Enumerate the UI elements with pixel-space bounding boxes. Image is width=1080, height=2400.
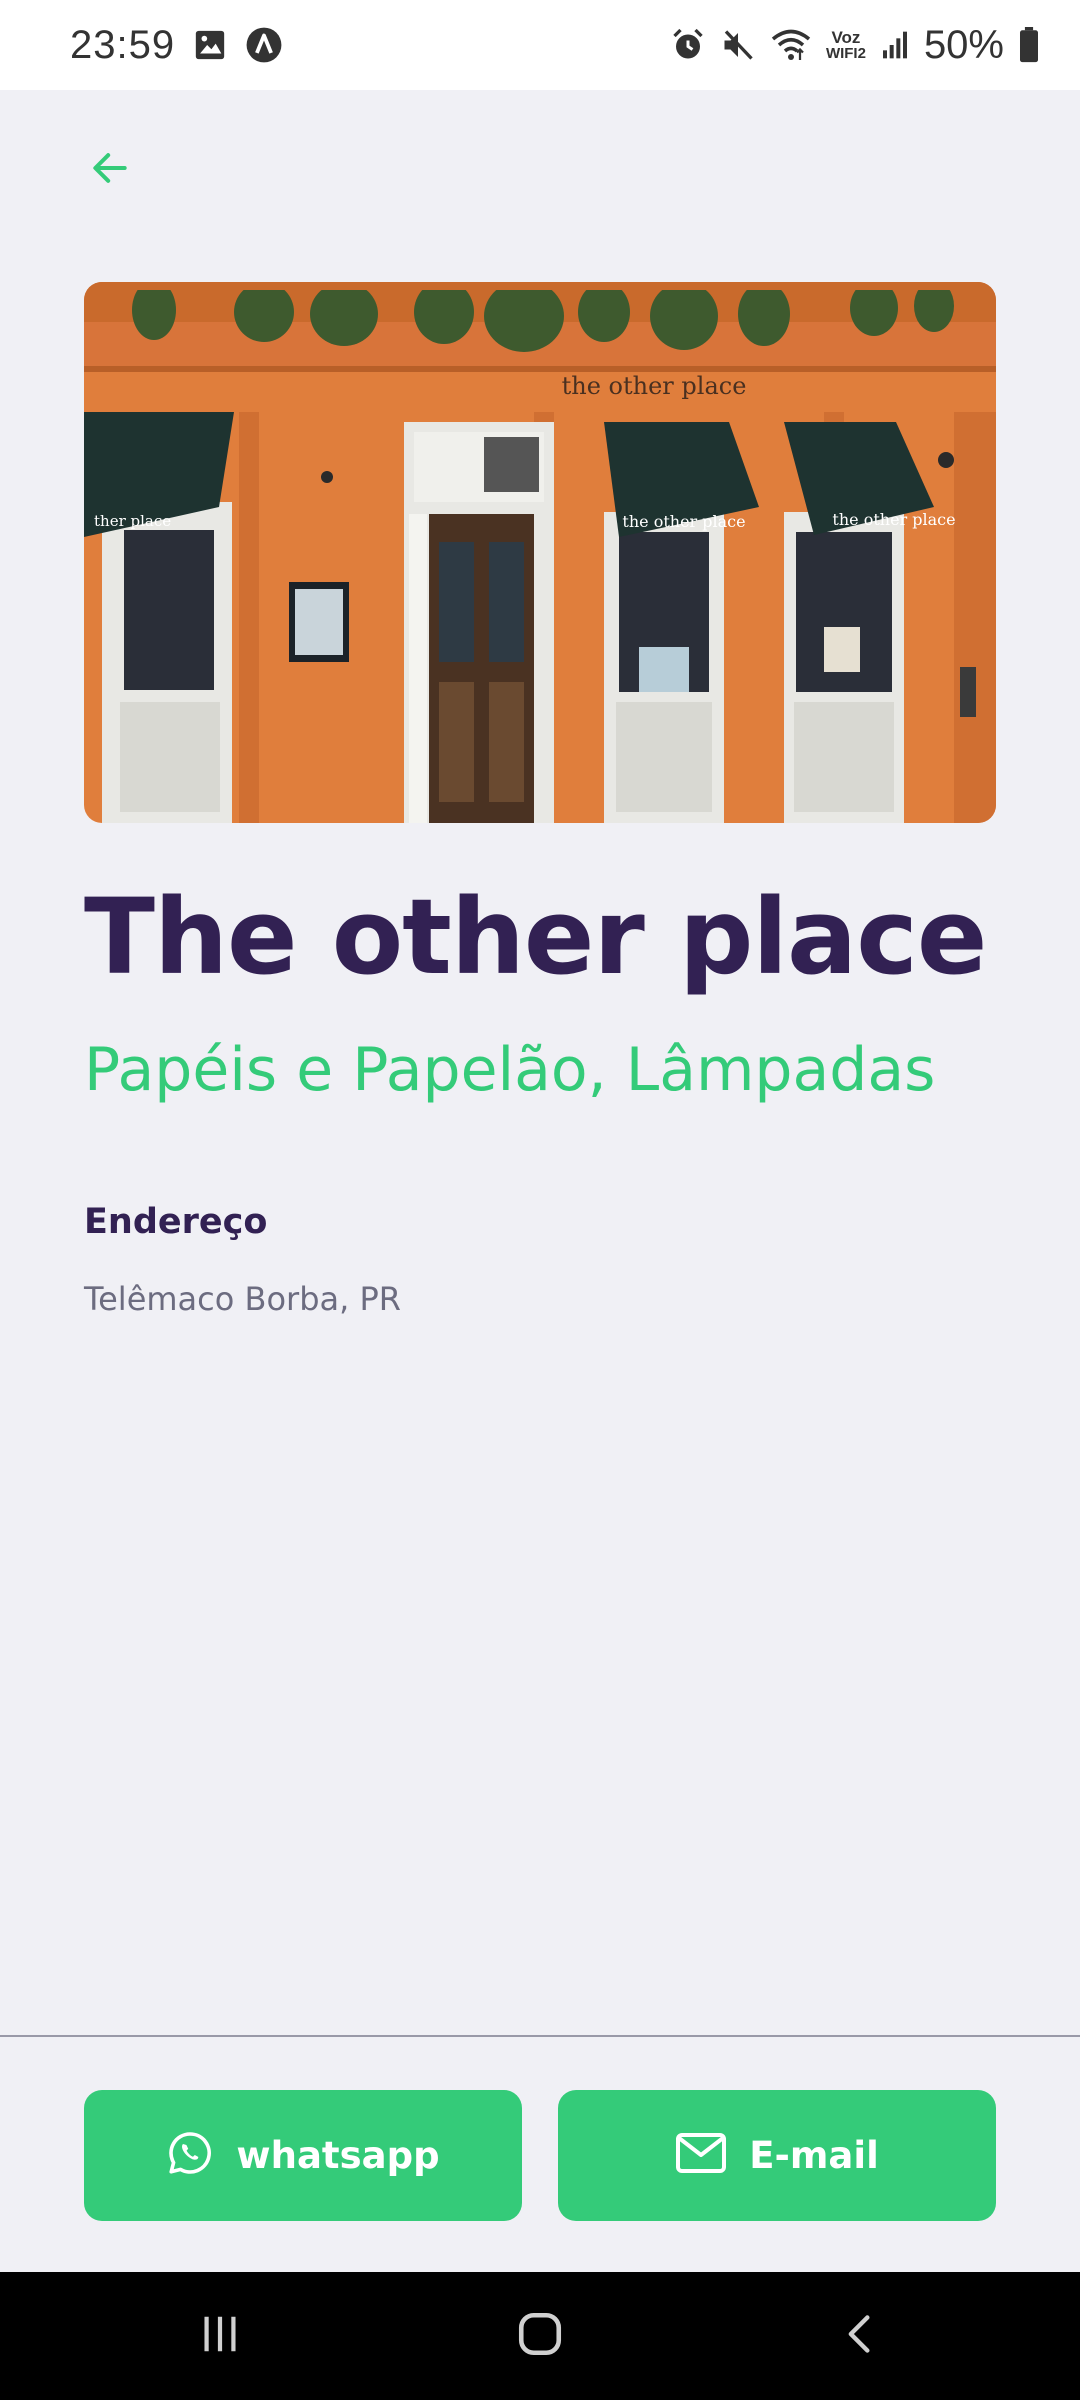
whatsapp-button[interactable]: whatsapp — [84, 2090, 522, 2221]
system-navigation-bar — [0, 2272, 1080, 2400]
email-button[interactable]: E-mail — [558, 2090, 996, 2221]
back-nav-button[interactable] — [800, 2286, 920, 2386]
photo-sign-text: the other place — [562, 372, 747, 400]
wifi-label: WIFI2 — [825, 45, 866, 62]
chevron-left-icon — [838, 2311, 882, 2362]
awning-text-left: ther place — [94, 512, 171, 530]
status-bar: 23:59 Voz WIFI2 50% — [0, 0, 1080, 90]
image-icon — [193, 28, 227, 62]
address-label: Endereço — [84, 1202, 268, 1242]
whatsapp-icon — [166, 2129, 214, 2182]
whatsapp-button-label: whatsapp — [236, 2134, 440, 2177]
wifi-icon — [770, 27, 812, 63]
status-time: 23:59 — [70, 22, 176, 67]
point-photo: the other place ther place the other pla… — [84, 282, 996, 823]
point-items: Papéis e Papelão, Lâmpadas — [84, 1035, 936, 1105]
point-title: The other place — [84, 876, 987, 998]
arrow-left-icon — [88, 146, 132, 195]
home-button[interactable] — [480, 2286, 600, 2386]
email-button-label: E-mail — [749, 2134, 879, 2177]
recent-apps-button[interactable] — [160, 2286, 280, 2386]
signal-icon — [880, 29, 910, 61]
address-value: Telêmaco Borba, PR — [84, 1280, 401, 1318]
home-icon — [515, 2309, 565, 2364]
mail-icon — [675, 2131, 727, 2180]
battery-icon — [1018, 27, 1040, 63]
awning-text-right: the other place — [832, 510, 955, 529]
awning-text-middle: the other place — [622, 512, 745, 531]
storefront-illustration: the other place ther place the other pla… — [84, 282, 996, 823]
status-right: Voz WIFI2 50% — [670, 23, 1040, 68]
voz-label: Voz — [831, 28, 861, 47]
status-left: 23:59 — [70, 23, 283, 68]
voz-wifi-label: Voz WIFI2 — [826, 29, 866, 61]
battery-percent: 50% — [923, 22, 1004, 67]
alarm-icon — [670, 27, 706, 63]
back-button[interactable] — [80, 140, 140, 200]
footer-divider — [0, 2035, 1080, 2037]
recent-apps-icon — [197, 2311, 243, 2362]
mute-icon — [720, 27, 756, 63]
app-a-icon — [245, 26, 283, 64]
